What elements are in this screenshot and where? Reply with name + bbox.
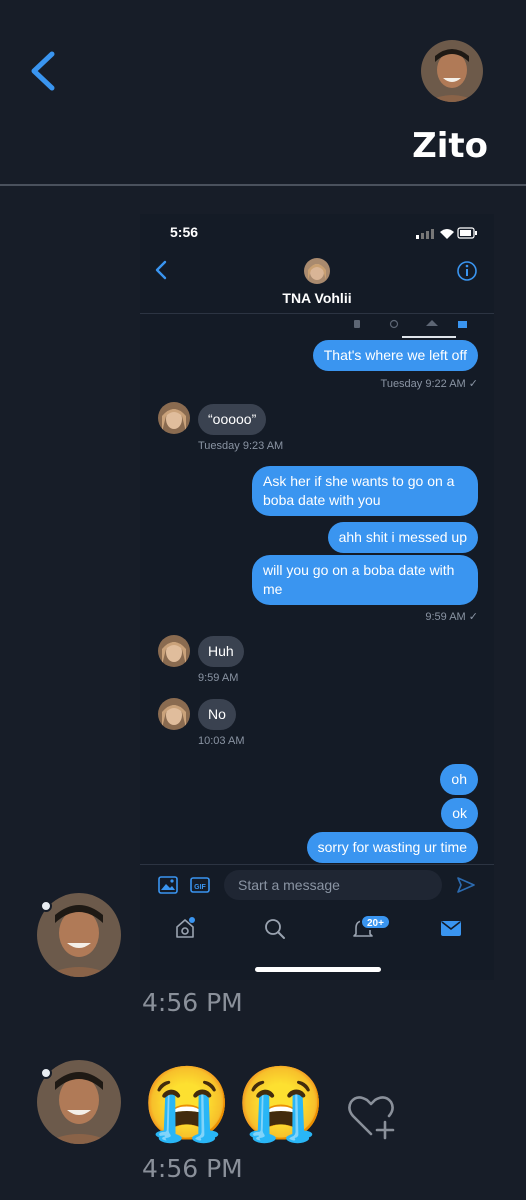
gif-icon[interactable]: GIF (190, 876, 210, 894)
mini-tab-icons (354, 319, 467, 329)
message-bubble-incoming[interactable]: “ooooo” (198, 404, 267, 435)
message-bubble-outgoing[interactable]: Ask her if she wants to go on a boba dat… (252, 466, 478, 516)
message-bubble-outgoing[interactable]: will you go on a boba date with me (252, 555, 478, 605)
message-meta: Tuesday 9:22 AM ✓ (380, 378, 478, 390)
avatar-dot (40, 900, 52, 912)
mini-tab-underline (402, 336, 456, 338)
header-divider (0, 184, 526, 186)
chat-avatar (304, 258, 330, 284)
message-bubble-outgoing[interactable]: ahh shit i messed up (327, 522, 478, 553)
search-icon[interactable] (264, 918, 286, 940)
gif-label: GIF (194, 884, 206, 891)
message-meta: 9:59 AM ✓ (425, 611, 478, 623)
home-icon[interactable] (174, 916, 196, 940)
chat-title: TNA Vohlii (282, 290, 352, 306)
chat-header-divider (140, 313, 494, 314)
sender-avatar-small (158, 635, 190, 667)
info-icon[interactable] (456, 260, 478, 282)
crying-emoji[interactable]: 😭 (142, 1064, 232, 1150)
notification-badge: 20+ (360, 914, 391, 930)
sender-avatar-small (158, 402, 190, 434)
message-input[interactable]: Start a message (224, 870, 442, 900)
message-timestamp: 4:56 PM (142, 988, 243, 1017)
send-icon[interactable] (456, 876, 476, 894)
status-time: 5:56 (170, 224, 199, 240)
message-meta: 10:03 AM (198, 735, 245, 747)
message-timestamp: 4:56 PM (142, 1154, 243, 1183)
message-bubble-outgoing[interactable]: oh (440, 764, 478, 795)
message-bubble-outgoing[interactable]: sorry for wasting ur time (306, 832, 478, 863)
avatar-dot (40, 1067, 52, 1079)
heart-plus-icon[interactable] (345, 1092, 397, 1140)
message-bubble-incoming[interactable]: No (198, 699, 236, 730)
message-bubble-outgoing[interactable]: That's where we left off (312, 340, 478, 371)
composer-divider (140, 864, 494, 865)
crying-emoji[interactable]: 😭 (236, 1064, 326, 1150)
back-chevron-icon[interactable] (26, 48, 60, 94)
contact-avatar[interactable] (421, 40, 483, 102)
shared-screenshot[interactable]: 5:56 TNA Vohlii That's where we left off… (140, 214, 494, 980)
image-icon[interactable] (158, 876, 178, 894)
message-meta: 9:59 AM (198, 672, 239, 684)
message-bubble-outgoing[interactable]: ok (441, 798, 478, 829)
message-bubble-incoming[interactable]: Huh (198, 636, 244, 667)
mail-icon[interactable] (440, 918, 462, 938)
sender-avatar-small (158, 698, 190, 730)
chat-back-icon[interactable] (154, 260, 168, 280)
contact-name: Zito (412, 126, 488, 166)
home-indicator (255, 967, 381, 972)
status-icons (416, 227, 477, 239)
message-meta: Tuesday 9:23 AM (198, 440, 284, 452)
